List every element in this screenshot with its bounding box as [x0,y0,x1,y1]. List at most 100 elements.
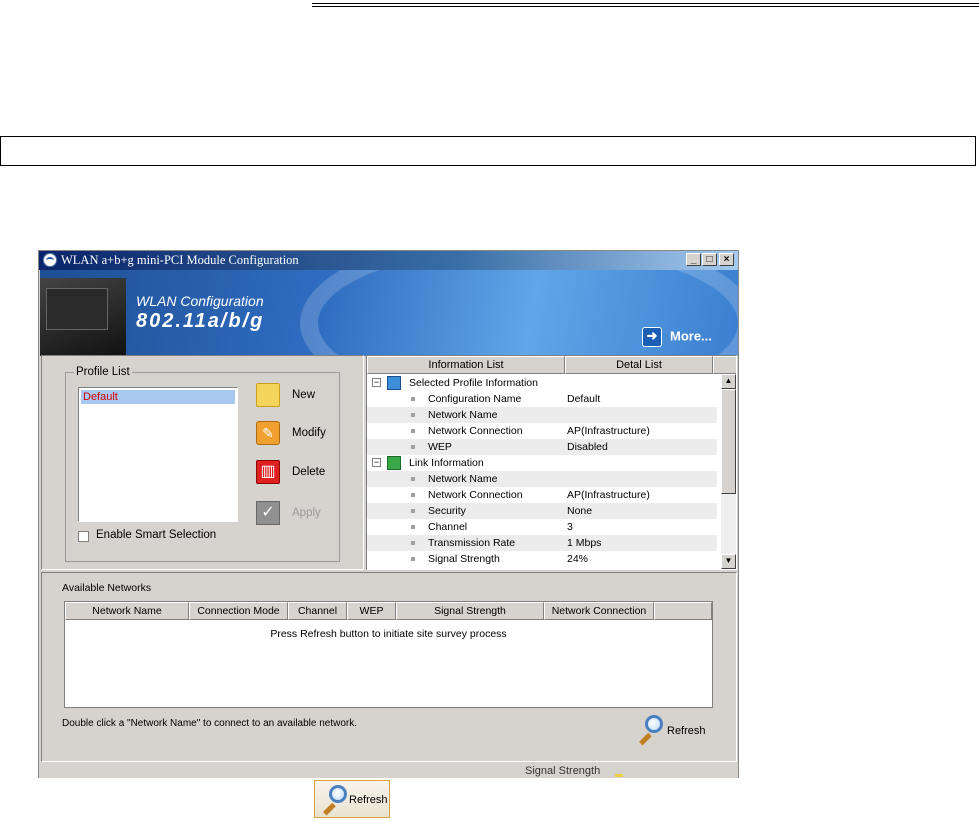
info-row: Network Connection AP(Infrastructure) [367,423,717,439]
info-row: Signal Strength 24% [367,551,717,567]
bullet-icon [411,541,415,545]
bullet-icon [411,429,415,433]
enable-smart-selection-checkbox[interactable] [78,531,89,542]
bullet-icon [411,557,415,561]
minimize-button[interactable]: _ [686,253,701,266]
collapse-toggle-icon[interactable]: − [372,458,381,467]
close-button[interactable]: × [719,253,734,266]
profile-list-label: Profile List [74,366,132,378]
banner-title: WLAN Configuration [136,293,264,309]
enable-smart-selection-label: Enable Smart Selection [96,529,217,541]
info-key: Network Name [428,409,498,421]
column-channel[interactable]: Channel [288,602,347,620]
bullet-icon [411,413,415,417]
new-profile-button[interactable]: New [256,381,336,411]
app-logo-icon [43,253,57,267]
scroll-thumb[interactable] [721,389,736,494]
maximize-button[interactable]: □ [702,253,717,266]
header-banner: WLAN Configuration 802.11a/b/g ➜ More... [40,270,738,356]
more-label: More... [670,328,712,344]
laptop-icon [40,278,126,356]
tab-information-list[interactable]: Information List [367,356,565,374]
profile-info-icon [387,376,401,390]
info-row: Network Connection AP(Infrastructure) [367,487,717,503]
bullet-icon [411,397,415,401]
status-bar: Signal Strength [39,764,738,778]
magnifier-icon [321,785,349,816]
arrow-right-icon: ➜ [642,327,662,347]
trash-icon: ▥ [256,460,280,484]
info-key: Network Connection [428,425,523,437]
double-click-hint: Double click a "Network Name" to connect… [62,718,358,729]
profile-listbox[interactable]: Default [78,387,238,522]
column-filler [654,602,712,620]
profile-panel: Profile List Default Enable Smart Select… [41,355,364,570]
bullet-icon [411,477,415,481]
group-title: Selected Profile Information [409,377,538,389]
info-key: Transmission Rate [428,537,516,549]
folder-icon [256,383,280,407]
tab-detail-list[interactable]: Detal List [565,356,713,374]
info-value: AP(Infrastructure) [567,425,650,437]
info-key: Channel [428,521,468,533]
bullet-icon [411,493,415,497]
bullet-icon [411,509,415,513]
networks-table[interactable]: Network Name Connection Mode Channel WEP… [64,601,713,708]
column-signal-strength[interactable]: Signal Strength [396,602,544,620]
scroll-down-button[interactable]: ▼ [721,554,736,569]
wrench-icon: ✎ [256,421,280,445]
info-key: Signal Strength [428,553,500,565]
empty-bordered-box [0,136,976,166]
info-value: 24% [567,553,589,565]
more-button[interactable]: ➜ More... [642,327,712,347]
info-key: WEP [428,441,452,453]
available-networks-panel: Available Networks Network Name Connecti… [41,572,737,762]
bullet-icon [411,525,415,529]
signal-strength-label: Signal Strength [525,765,601,777]
info-key: Security [428,505,466,517]
information-panel: Information List Detal List − Selected P… [366,355,737,570]
profile-item-default[interactable]: Default [81,390,235,404]
info-row: Network Name [367,407,717,423]
info-key: Network Name [428,473,498,485]
standalone-refresh-button[interactable]: Refresh [314,780,390,818]
bullet-icon [411,445,415,449]
info-row: Transmission Rate 1 Mbps [367,535,717,551]
info-key: Network Connection [428,489,523,501]
profile-list-group: Profile List Default Enable Smart Select… [65,366,340,562]
info-value: Disabled [567,441,608,453]
info-row: Configuration Name Default [367,391,717,407]
info-row: WEP Disabled [367,439,717,455]
modify-profile-button[interactable]: ✎ Modify [256,419,336,449]
vertical-scrollbar[interactable]: ▲ ▼ [721,374,736,569]
column-network-name[interactable]: Network Name [65,602,189,620]
info-value: 3 [567,521,573,533]
available-networks-title: Available Networks [62,582,152,594]
group-title: Link Information [409,457,484,469]
refresh-button[interactable]: Refresh [637,713,717,747]
magnifier-icon [637,715,665,746]
info-key: Configuration Name [428,393,522,405]
site-survey-hint: Press Refresh button to initiate site su… [270,628,507,640]
group-row-selected-profile[interactable]: − Selected Profile Information [367,375,717,391]
header-filler [713,356,736,374]
column-wep[interactable]: WEP [347,602,396,620]
standalone-refresh-label: Refresh [349,794,388,806]
column-network-connection[interactable]: Network Connection [544,602,654,620]
info-row: Network Name [367,471,717,487]
info-value: None [567,505,593,517]
column-connection-mode[interactable]: Connection Mode [189,602,288,620]
network-link-icon [387,456,401,470]
scroll-up-button[interactable]: ▲ [721,374,736,389]
config-window: WLAN a+b+g mini-PCI Module Configuration… [38,250,739,778]
delete-label: Delete [292,466,326,478]
title-bar[interactable]: WLAN a+b+g mini-PCI Module Configuration… [39,251,738,270]
delete-profile-button[interactable]: ▥ Delete [256,458,336,488]
signal-strength-bar [615,774,623,777]
info-value: 1 Mbps [567,537,602,549]
top-rule-second [312,6,979,7]
collapse-toggle-icon[interactable]: − [372,378,381,387]
group-row-link-information[interactable]: − Link Information [367,455,717,471]
apply-profile-button[interactable]: ✓ Apply [256,499,336,529]
modify-label: Modify [292,427,326,439]
